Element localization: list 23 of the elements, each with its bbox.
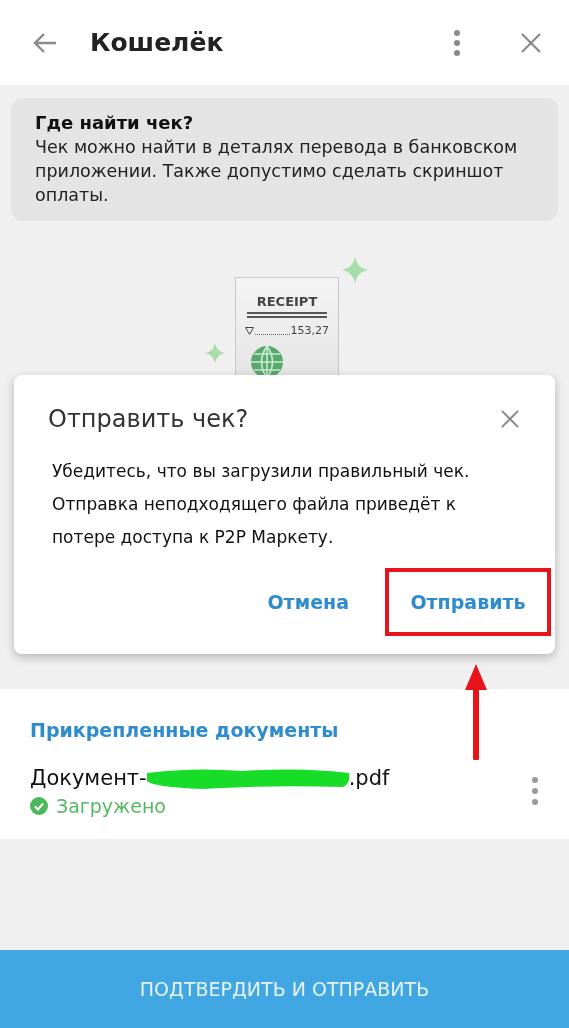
confirm-button[interactable]: ПОДТВЕРДИТЬ И ОТПРАВИТЬ xyxy=(0,950,569,1028)
cancel-button[interactable]: Отмена xyxy=(243,568,373,636)
header-title: Кошелёк xyxy=(90,28,225,57)
info-title: Где найти чек? xyxy=(35,112,195,133)
close-icon[interactable] xyxy=(501,410,519,428)
back-icon[interactable] xyxy=(32,31,58,54)
documents-title: Прикрепленные документы xyxy=(30,719,340,741)
send-button[interactable]: Отправить xyxy=(385,568,551,636)
info-text: Чек можно найти в деталях перевода в банковском приложении. Также допустимо сделать скриншот оплаты. xyxy=(35,136,519,207)
check-icon xyxy=(30,797,48,815)
sparkle-icon xyxy=(342,257,368,283)
upload-status: Загружено xyxy=(56,795,166,817)
more-icon[interactable] xyxy=(531,776,539,806)
document-name-end: .pdf xyxy=(348,766,390,790)
receipt-amount: 153,27 xyxy=(290,324,329,337)
dialog-text: Убедитесь, что вы загрузили правильный чек. Отправка неподходящего файла приведёт к потере доступа к P2P Маркету. xyxy=(51,460,471,549)
receipt-title: RECEIPT xyxy=(256,294,318,309)
gem-icon xyxy=(245,326,254,335)
sparkle-icon xyxy=(205,343,225,363)
close-icon[interactable] xyxy=(521,32,541,53)
more-icon[interactable] xyxy=(453,29,461,56)
document-name-start: Документ- xyxy=(30,766,147,790)
dialog-title: Отправить чек? xyxy=(48,405,249,433)
